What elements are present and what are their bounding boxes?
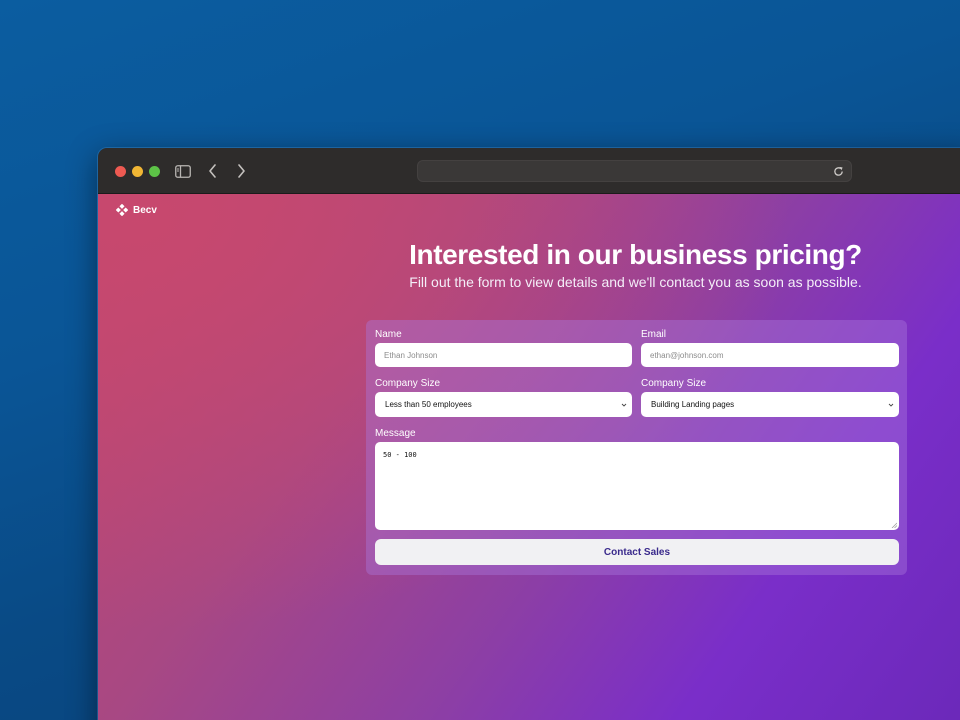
message-value: 50 - 100 <box>383 451 417 459</box>
minimize-window-button[interactable] <box>132 166 143 177</box>
message-textarea[interactable]: 50 - 100 <box>375 442 899 530</box>
sidebar-icon[interactable] <box>173 161 193 181</box>
name-field[interactable]: Ethan Johnson <box>375 343 632 367</box>
contact-form: Name Ethan Johnson Email ethan@johnson.c… <box>366 320 907 575</box>
message-label: Message <box>375 428 416 439</box>
page-subtitle: Fill out the form to view details and we… <box>409 274 862 290</box>
company-size-2-select[interactable]: Building Landing pages <box>641 392 899 417</box>
company-size-value: Less than 50 employees <box>385 400 472 409</box>
browser-titlebar <box>98 148 960 194</box>
brand-logo-icon <box>115 203 129 217</box>
resize-grip-icon[interactable] <box>891 522 898 529</box>
contact-sales-button[interactable]: Contact Sales <box>375 539 899 565</box>
company-size-select[interactable]: Less than 50 employees <box>375 392 632 417</box>
page-viewport: Becv Interested in our business pricing?… <box>98 194 960 720</box>
email-field[interactable]: ethan@johnson.com <box>641 343 899 367</box>
company-size-2-value: Building Landing pages <box>651 400 735 409</box>
brand-name: Becv <box>133 204 157 216</box>
close-window-button[interactable] <box>115 166 126 177</box>
chevron-right-icon[interactable] <box>231 161 251 181</box>
page-title: Interested in our business pricing? <box>409 239 862 270</box>
chevron-down-icon <box>621 401 627 407</box>
brand[interactable]: Becv <box>115 203 157 217</box>
reload-icon[interactable] <box>831 164 845 178</box>
company-size-label: Company Size <box>375 378 441 389</box>
chevron-left-icon[interactable] <box>202 161 222 181</box>
maximize-window-button[interactable] <box>149 166 160 177</box>
company-size-2-label: Company Size <box>641 378 707 389</box>
email-label: Email <box>641 329 667 340</box>
address-bar[interactable] <box>417 160 852 182</box>
name-label: Name <box>375 329 402 340</box>
browser-window: Becv Interested in our business pricing?… <box>97 147 960 720</box>
chevron-down-icon <box>888 401 894 407</box>
